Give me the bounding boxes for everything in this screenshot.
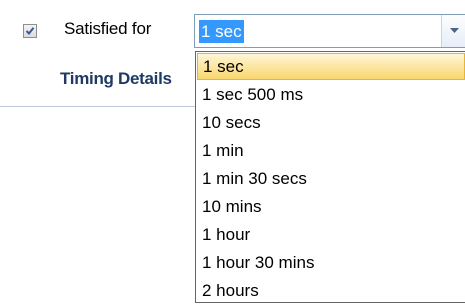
satisfied-duration-combobox[interactable]: 1 sec	[194, 14, 465, 48]
dropdown-item-10-secs[interactable]: 10 secs	[197, 109, 462, 136]
dropdown-item-2-hours[interactable]: 2 hours	[197, 277, 462, 304]
dropdown-item-1-sec-500-ms[interactable]: 1 sec 500 ms	[197, 81, 462, 108]
dropdown-item-1-hour[interactable]: 1 hour	[197, 221, 462, 248]
checkmark-icon	[25, 27, 35, 36]
dropdown-item-1-sec[interactable]: 1 sec	[197, 53, 465, 80]
dropdown-item-1-min[interactable]: 1 min	[197, 137, 462, 164]
dropdown-item-1-hour-30-mins[interactable]: 1 hour 30 mins	[197, 249, 462, 276]
dropdown-arrow-icon	[450, 28, 459, 33]
dropdown-item-10-mins[interactable]: 10 mins	[197, 193, 462, 220]
satisfied-label: Satisfied for	[64, 19, 152, 38]
dropdown-button[interactable]	[441, 15, 465, 47]
timing-details-heading: Timing Details	[60, 69, 172, 88]
combo-selected-value[interactable]: 1 sec	[199, 20, 244, 43]
section-divider	[0, 106, 198, 107]
duration-dropdown-list[interactable]: 1 sec 1 sec 500 ms 10 secs 1 min 1 min 3…	[195, 51, 465, 303]
satisfied-checkbox[interactable]	[23, 24, 37, 38]
dropdown-item-1-min-30-secs[interactable]: 1 min 30 secs	[197, 165, 462, 192]
